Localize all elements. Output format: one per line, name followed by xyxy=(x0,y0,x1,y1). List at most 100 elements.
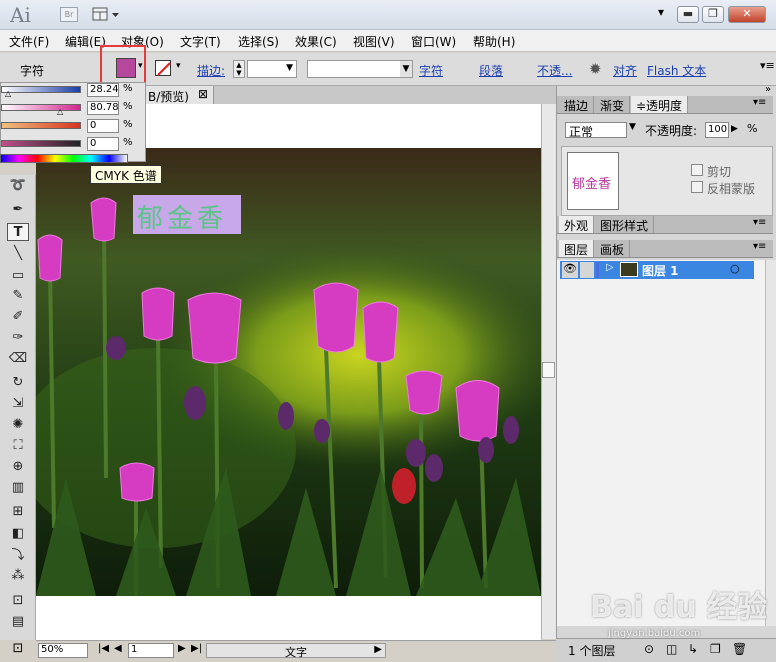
panel-menu-icon[interactable]: ▾≡ xyxy=(753,241,766,252)
page-select[interactable]: 1 xyxy=(128,643,174,658)
symbol-sprayer-tool-icon[interactable]: ⊡ xyxy=(7,592,29,610)
scale-tool-icon[interactable]: ⇲ xyxy=(7,395,29,413)
layers-scrollbar[interactable] xyxy=(765,260,776,626)
column-graph-tool-icon[interactable]: ▤ xyxy=(7,613,29,631)
black-slider[interactable] xyxy=(1,140,81,147)
artboard-tool-icon[interactable]: ⊡ xyxy=(7,641,29,659)
prev-page-icon[interactable]: ◀ xyxy=(114,643,122,654)
new-layer-icon[interactable]: ❐ xyxy=(710,642,721,656)
cyan-value[interactable]: 28.24 xyxy=(87,83,119,97)
magenta-slider[interactable] xyxy=(1,104,81,111)
stroke-dropdown-icon[interactable]: ▾ xyxy=(176,61,181,71)
opacity-dropdown-icon[interactable]: ▶ xyxy=(731,124,738,134)
opacity-input[interactable]: 100 xyxy=(705,122,729,138)
layer-name[interactable]: 图层 1 xyxy=(642,262,679,279)
lock-toggle[interactable] xyxy=(580,262,594,278)
stroke-weight-stepper[interactable]: ▲ ▼ xyxy=(233,60,245,78)
restore-button[interactable]: ❐ xyxy=(702,6,724,23)
paragraph-link[interactable]: 段落 xyxy=(479,62,503,79)
blob-brush-tool-icon[interactable]: ✑ xyxy=(7,329,29,347)
stroke-link[interactable]: 描边: xyxy=(197,62,225,79)
close-button[interactable]: ✕ xyxy=(728,6,766,23)
style-select[interactable]: ▼ xyxy=(307,60,413,78)
menu-help[interactable]: 帮助(H) xyxy=(473,33,515,50)
workspace-dropdown[interactable]: ▾ xyxy=(658,5,664,19)
document-tab[interactable]: B/预览) ⊠ xyxy=(146,86,214,104)
stroke-weight-select[interactable]: ▼ xyxy=(247,60,297,78)
layer-row[interactable]: 👁 ▷ 图层 1 ○ xyxy=(560,261,754,279)
rotate-tool-icon[interactable]: ↻ xyxy=(7,374,29,392)
yellow-value[interactable]: 0 xyxy=(87,119,119,133)
invert-mask-checkbox[interactable] xyxy=(691,181,703,193)
delete-layer-icon[interactable]: 🗑 xyxy=(732,642,747,656)
tab-artboards[interactable]: 画板 xyxy=(595,240,631,257)
chevron-down-icon[interactable]: ▼ xyxy=(629,122,636,132)
object-thumbnail[interactable]: 郁金香 xyxy=(567,152,619,210)
new-sublayer-icon[interactable]: ↳ xyxy=(688,642,698,656)
arrange-documents-button[interactable] xyxy=(92,6,122,23)
clipping-mask-icon[interactable]: ◫ xyxy=(666,642,677,656)
status-tool-field[interactable]: 文字 ▶ xyxy=(206,643,386,659)
first-page-icon[interactable]: |◀ xyxy=(98,643,109,654)
black-value[interactable]: 0 xyxy=(87,137,119,151)
opacity-link[interactable]: 不透... xyxy=(537,62,572,79)
paintbrush-tool-icon[interactable]: ✎ xyxy=(7,287,29,305)
collapse-icon[interactable]: » xyxy=(765,84,771,95)
menu-type[interactable]: 文字(T) xyxy=(180,33,221,50)
close-icon[interactable]: ⊠ xyxy=(198,87,208,101)
menu-file[interactable]: 文件(F) xyxy=(9,33,49,50)
character-link[interactable]: 字符 xyxy=(419,62,443,79)
rectangle-tool-icon[interactable]: ▭ xyxy=(7,267,29,285)
text-object[interactable]: 郁金香 xyxy=(133,195,241,234)
lasso-tool-icon[interactable]: ➰ xyxy=(7,177,29,195)
eye-icon[interactable]: 👁 xyxy=(562,262,578,278)
tab-appearance[interactable]: 外观 xyxy=(559,216,595,233)
clip-checkbox[interactable] xyxy=(691,164,703,176)
tab-layers[interactable]: 图层 xyxy=(559,240,595,257)
control-menu-icon[interactable]: ▾≡ xyxy=(760,59,775,72)
recolor-icon[interactable]: ✹ xyxy=(589,60,602,78)
align-link[interactable]: 对齐 xyxy=(613,62,637,79)
menu-select[interactable]: 选择(S) xyxy=(238,33,279,50)
color-spectrum[interactable] xyxy=(0,154,128,163)
menu-effect[interactable]: 效果(C) xyxy=(295,33,337,50)
bridge-button[interactable]: Br xyxy=(60,7,78,22)
slider-handle-icon[interactable]: △ xyxy=(5,89,11,98)
warp-tool-icon[interactable]: ✺ xyxy=(7,416,29,434)
menu-view[interactable]: 视图(V) xyxy=(353,33,395,50)
magenta-value[interactable]: 80.78 xyxy=(87,101,119,115)
pen-tool-icon[interactable]: ✒ xyxy=(7,201,29,219)
eyedropper-tool-icon[interactable]: ⤵ xyxy=(7,547,29,565)
next-page-icon[interactable]: ▶ xyxy=(178,643,186,654)
type-tool-icon[interactable]: T xyxy=(7,223,29,241)
eraser-tool-icon[interactable]: ⌫ xyxy=(7,350,29,368)
minimize-button[interactable]: ▬ xyxy=(677,6,699,23)
slider-handle-icon[interactable]: △ xyxy=(57,107,63,116)
gradient-tool-icon[interactable]: ◧ xyxy=(7,525,29,543)
expand-triangle-icon[interactable]: ▷ xyxy=(606,262,614,273)
cyan-slider[interactable] xyxy=(1,86,81,93)
stroke-swatch[interactable] xyxy=(155,60,171,76)
yellow-slider[interactable] xyxy=(1,122,81,129)
line-tool-icon[interactable]: ╲ xyxy=(7,245,29,263)
menu-window[interactable]: 窗口(W) xyxy=(411,33,456,50)
free-transform-tool-icon[interactable]: ⛶ xyxy=(7,437,29,455)
zoom-select[interactable]: 50% xyxy=(38,643,88,658)
pencil-tool-icon[interactable]: ✐ xyxy=(7,308,29,326)
tab-gradient[interactable]: 渐变 xyxy=(595,96,631,113)
status-menu-icon[interactable]: ▶ xyxy=(374,644,382,655)
flash-text-link[interactable]: Flash 文本 xyxy=(647,62,706,79)
last-page-icon[interactable]: ▶| xyxy=(191,643,202,654)
blend-mode-select[interactable]: 正常 xyxy=(565,122,627,139)
tab-stroke[interactable]: 描边 xyxy=(559,96,595,113)
panel-menu-icon[interactable]: ▾≡ xyxy=(753,217,766,228)
tab-graphic-styles[interactable]: 图形样式 xyxy=(595,216,655,233)
fill-dropdown-icon[interactable]: ▾ xyxy=(138,61,143,71)
mesh-tool-icon[interactable]: ⊞ xyxy=(7,503,29,521)
locate-object-icon[interactable]: ⊙ xyxy=(644,642,654,656)
fill-swatch[interactable] xyxy=(116,58,136,78)
scrollbar-thumb[interactable] xyxy=(542,362,555,378)
target-icon[interactable]: ○ xyxy=(730,262,740,275)
tab-transparency[interactable]: ≑透明度 xyxy=(631,96,689,113)
shape-builder-tool-icon[interactable]: ⊕ xyxy=(7,458,29,476)
